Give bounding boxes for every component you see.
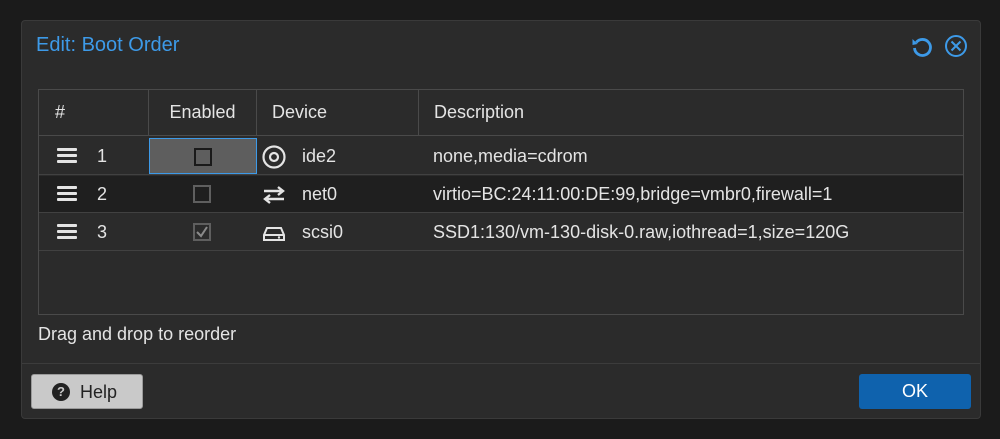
ok-button[interactable]: OK (859, 374, 971, 409)
grid-header: # Enabled Device Description (39, 90, 963, 136)
cdrom-icon (261, 144, 287, 170)
help-label: Help (80, 382, 118, 402)
drag-handle-icon[interactable] (57, 186, 77, 202)
checkmark-icon (196, 226, 208, 238)
column-header-description[interactable]: Description (419, 90, 963, 135)
enabled-cell[interactable] (149, 138, 257, 174)
drag-handle-icon[interactable] (57, 148, 77, 164)
device-name: scsi0 (302, 222, 344, 242)
help-button[interactable]: ? Help (31, 374, 143, 409)
row-number: 2 (97, 184, 108, 204)
drag-handle-icon[interactable] (57, 224, 77, 240)
row-number: 3 (97, 222, 108, 242)
enabled-checkbox[interactable] (193, 185, 211, 203)
row-number: 1 (97, 146, 108, 166)
device-name: net0 (302, 184, 338, 204)
device-description: virtio=BC:24:11:00:DE:99,bridge=vmbr0,fi… (433, 184, 833, 204)
footer-divider (22, 363, 980, 364)
device-description: SSD1:130/vm-130-disk-0.raw,iothread=1,si… (433, 222, 850, 242)
question-icon: ? (52, 383, 70, 401)
boot-order-dialog: Edit: Boot Order # Enabled Device Descri… (21, 20, 981, 419)
dialog-header: Edit: Boot Order (22, 21, 980, 71)
network-arrows-icon (261, 182, 287, 208)
device-name: ide2 (302, 146, 337, 166)
reorder-hint: Drag and drop to reorder (38, 324, 237, 344)
enabled-checkbox[interactable] (194, 148, 212, 166)
column-header-device[interactable]: Device (257, 90, 419, 135)
device-description: none,media=cdrom (433, 146, 588, 166)
hard-disk-icon (261, 220, 287, 246)
enabled-cell[interactable] (149, 176, 257, 212)
enabled-cell[interactable] (149, 214, 257, 250)
enabled-checkbox[interactable] (193, 223, 211, 241)
column-header-number[interactable]: # (39, 90, 149, 135)
table-row[interactable]: 1 ide2 none,media=cdrom (39, 138, 963, 175)
dialog-title: Edit: Boot Order (36, 34, 180, 56)
boot-order-grid: # Enabled Device Description 1 ide2 none… (38, 89, 964, 315)
table-row[interactable]: 2 net0 virtio=BC:24:11:00:DE:99,bridge=v… (39, 176, 963, 213)
close-icon[interactable] (944, 34, 968, 58)
reset-icon[interactable] (910, 34, 934, 58)
column-header-enabled[interactable]: Enabled (149, 90, 257, 135)
table-row[interactable]: 3 scsi0 SSD1:130/vm-130-disk-0.raw,iothr… (39, 214, 963, 251)
